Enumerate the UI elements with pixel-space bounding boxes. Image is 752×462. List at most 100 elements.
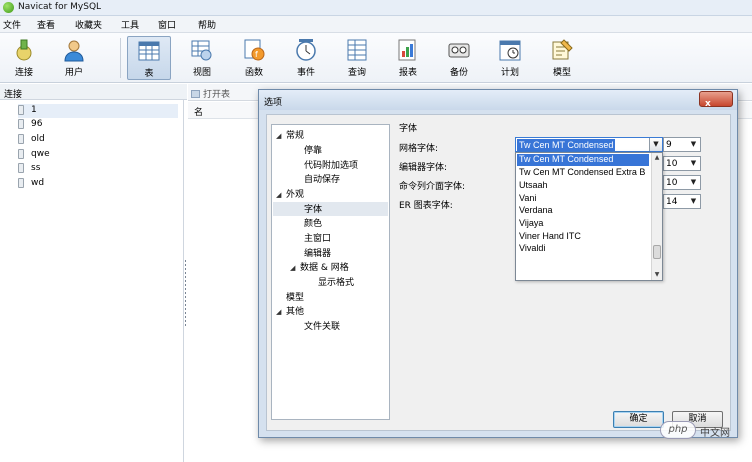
function-icon: f [244, 39, 265, 61]
php-logo: php [660, 421, 696, 439]
expand-arrow-icon: ◢ [276, 132, 282, 140]
menu-help[interactable]: 帮助 [198, 18, 216, 31]
tree-item-model[interactable]: 模型 [286, 290, 304, 304]
toolbar-table-button[interactable]: 表 [127, 36, 171, 80]
expand-arrow-icon: ◢ [276, 191, 282, 199]
table-icon [138, 41, 160, 61]
toolbar-model-button[interactable]: 模型 [540, 36, 584, 80]
menu-file[interactable]: 文件 [3, 18, 21, 31]
scroll-down-icon[interactable]: ▼ [652, 270, 662, 280]
font-option[interactable]: Vijaya [517, 218, 649, 230]
grid-font-select[interactable]: Tw Cen MT Condensed ▼ [515, 137, 663, 152]
tree-item-color[interactable]: 颜色 [304, 216, 322, 230]
toolbar-query-button[interactable]: 查询 [335, 36, 379, 80]
font-option[interactable]: Vivaldi [517, 243, 649, 255]
splitter-grip[interactable] [184, 258, 187, 328]
cli-font-label: 命令列介面字体: [399, 182, 466, 192]
tree-item-main-window[interactable]: 主窗口 [304, 231, 331, 245]
tree-item-appearance[interactable]: ◢ 外观 [276, 187, 304, 201]
connection-tree[interactable]: 1 96 old qwe ss wd [0, 100, 184, 462]
toolbar-schedule-button[interactable]: 计划 [488, 36, 532, 80]
editor-font-size-select[interactable]: 10 ▼ [663, 156, 701, 171]
user-icon [64, 40, 84, 62]
database-icon [18, 134, 24, 144]
font-option[interactable]: Vani [517, 193, 649, 205]
main-toolbar: 连接 用户 表 视图 f 函数 事件 查询 报表 备份 计划 模型 [0, 33, 752, 83]
grid-font-size-select[interactable]: 9 ▼ [663, 137, 701, 152]
scroll-up-icon[interactable]: ▲ [652, 153, 662, 163]
tree-item-other[interactable]: ◢ 其他 [276, 304, 304, 318]
options-dialog: 选项 x ◢ 常规 停靠 代码附加选项 自动保存 ◢ 外观 字体 颜色 主窗口 编辑… [258, 89, 738, 438]
toolbar-connection-button[interactable]: 连接 [2, 36, 46, 80]
title-bar: Navicat for MySQL [0, 0, 752, 16]
font-option[interactable]: Tw Cen MT Condensed [517, 154, 649, 166]
tree-item-file-association[interactable]: 文件关联 [304, 319, 340, 333]
chevron-down-icon[interactable]: ▼ [688, 158, 699, 169]
font-option[interactable]: Verdana [517, 205, 649, 217]
connection-pane-header: 连接 [0, 84, 187, 100]
window-title: Navicat for MySQL [18, 2, 102, 12]
tree-item-autosave[interactable]: 自动保存 [304, 172, 340, 186]
cli-font-size-select[interactable]: 10 ▼ [663, 175, 701, 190]
chevron-down-icon[interactable]: ▼ [688, 196, 699, 207]
event-icon [296, 39, 316, 61]
dialog-body: ◢ 常规 停靠 代码附加选项 自动保存 ◢ 外观 字体 颜色 主窗口 编辑器 ◢ 数据… [266, 114, 731, 431]
font-option[interactable]: Viner Hand ITC [517, 231, 649, 243]
database-icon [18, 178, 24, 188]
menu-window[interactable]: 窗口 [158, 18, 176, 31]
chevron-down-icon[interactable]: ▼ [649, 138, 662, 151]
toolbar-user-button[interactable]: 用户 [52, 36, 96, 80]
toolbar-backup-button[interactable]: 备份 [437, 36, 481, 80]
tree-item-font[interactable]: 字体 [273, 202, 388, 216]
database-icon [18, 163, 24, 173]
close-button[interactable]: x [699, 91, 733, 109]
close-icon: x [705, 99, 711, 109]
toolbar-view-button[interactable]: 视图 [180, 36, 224, 80]
toolbar-event-button[interactable]: 事件 [284, 36, 328, 80]
grid-font-label: 网格字体: [399, 144, 439, 154]
watermark-site-name: 中文网 [700, 428, 730, 439]
menu-view[interactable]: 查看 [37, 18, 55, 31]
tree-item-docking[interactable]: 停靠 [304, 143, 322, 157]
tree-item-display-format[interactable]: 显示格式 [318, 275, 354, 289]
toolbar-report-button[interactable]: 报表 [386, 36, 430, 80]
dialog-title: 选项 [264, 98, 283, 108]
scrollbar-thumb[interactable] [653, 245, 661, 259]
font-option[interactable]: Tw Cen MT Condensed Extra B [517, 167, 649, 179]
dialog-title-bar[interactable]: 选项 x [259, 90, 737, 110]
menu-tools[interactable]: 工具 [121, 18, 139, 31]
editor-font-label: 编辑器字体: [399, 163, 448, 173]
er-font-size-select[interactable]: 14 ▼ [663, 194, 701, 209]
expand-arrow-icon: ◢ [276, 308, 282, 316]
menu-bar: 文件 查看 收藏夹 工具 窗口 帮助 [0, 16, 752, 33]
er-font-label: ER 图表字体: [399, 201, 453, 211]
watermark: php 中文网 [660, 418, 745, 442]
database-icon [18, 149, 24, 159]
chevron-down-icon[interactable]: ▼ [688, 177, 699, 188]
tree-item-code-options[interactable]: 代码附加选项 [304, 158, 358, 172]
ok-button[interactable]: 确定 [613, 411, 664, 428]
model-icon [552, 39, 573, 60]
dropdown-scrollbar[interactable]: ▲ ▼ [651, 153, 662, 280]
options-tree: ◢ 常规 停靠 代码附加选项 自动保存 ◢ 外观 字体 颜色 主窗口 编辑器 ◢ 数据… [271, 124, 390, 420]
database-icon [18, 105, 24, 115]
svg-text:f: f [255, 50, 258, 59]
expand-arrow-icon: ◢ [290, 264, 296, 272]
menu-favorites[interactable]: 收藏夹 [75, 18, 102, 31]
font-option[interactable]: Utsaah [517, 180, 649, 192]
tree-item-editor[interactable]: 编辑器 [304, 246, 331, 260]
column-header-name[interactable]: 名 [194, 105, 203, 118]
open-table-icon [191, 90, 200, 98]
connection-icon [16, 39, 32, 61]
tree-item-data-grid[interactable]: ◢ 数据 & 网格 [290, 260, 349, 274]
database-item[interactable]: 1 [18, 104, 178, 118]
report-icon [398, 39, 416, 61]
chevron-down-icon[interactable]: ▼ [688, 139, 699, 150]
tree-item-general[interactable]: ◢ 常规 [276, 128, 304, 142]
toolbar-function-button[interactable]: f 函数 [232, 36, 276, 80]
font-dropdown-list[interactable]: Tw Cen MT Condensed Tw Cen MT Condensed … [515, 152, 663, 281]
database-icon [18, 119, 24, 129]
open-table-button[interactable]: 打开表 [191, 87, 230, 100]
toolbar-separator [120, 38, 121, 78]
backup-icon [448, 43, 470, 58]
